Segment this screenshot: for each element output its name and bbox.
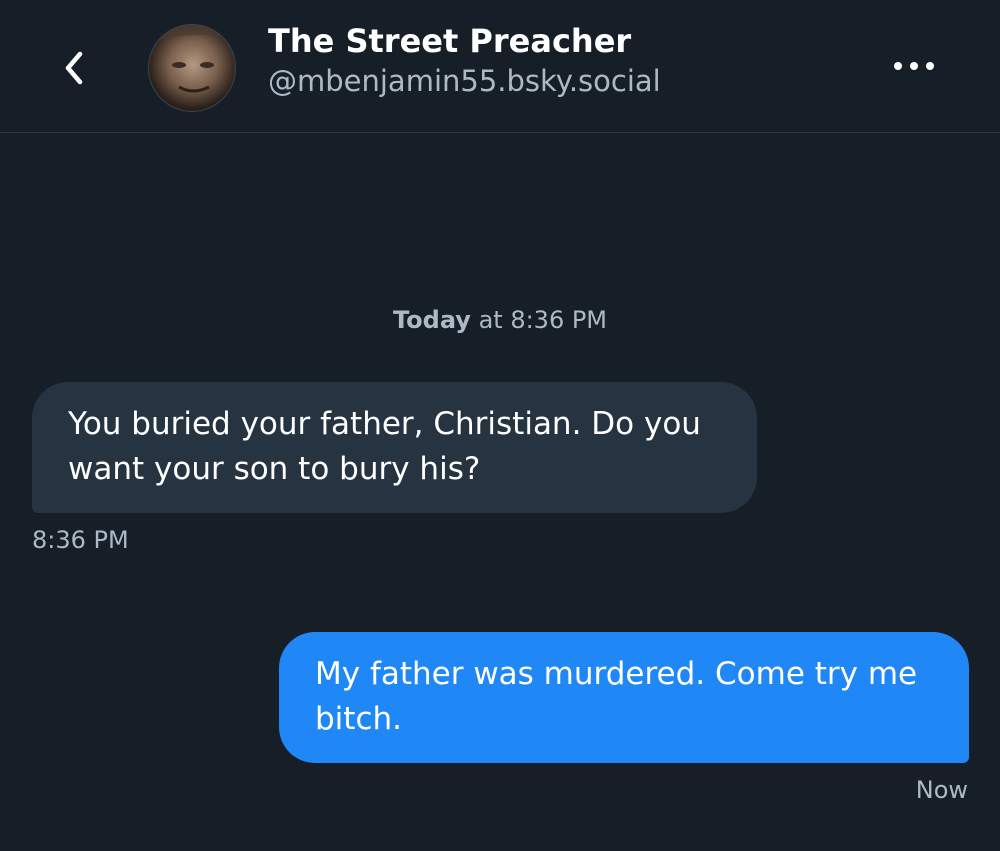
date-separator-time: at 8:36 PM [470,306,608,334]
back-button[interactable] [52,46,96,90]
chat-header: The Street Preacher @mbenjamin55.bsky.so… [0,0,1000,133]
avatar-image [149,25,235,111]
outgoing-message-bubble[interactable]: My father was murdered. Come try me bitc… [279,632,969,763]
message-text: You buried your father, Christian. Do yo… [68,406,701,487]
user-handle: @mbenjamin55.bsky.social [268,64,661,98]
more-options-button[interactable] [884,44,944,88]
date-separator: Today at 8:36 PM [0,304,1000,336]
incoming-message-bubble[interactable]: You buried your father, Christian. Do yo… [32,382,757,513]
message-timestamp: Now [915,776,968,804]
date-separator-day: Today [392,306,471,334]
display-name: The Street Preacher [268,22,632,60]
ellipsis-horizontal-icon [894,62,902,70]
ellipsis-dot [910,62,918,70]
message-text: My father was murdered. Come try me bitc… [315,656,918,737]
conversation-title[interactable]: The Street Preacher @mbenjamin55.bsky.so… [268,20,661,100]
chat-screen: The Street Preacher @mbenjamin55.bsky.so… [0,0,1000,851]
message-timestamp: 8:36 PM [32,526,129,554]
chevron-left-icon [65,51,83,85]
avatar[interactable] [148,24,236,112]
ellipsis-dot [926,62,934,70]
